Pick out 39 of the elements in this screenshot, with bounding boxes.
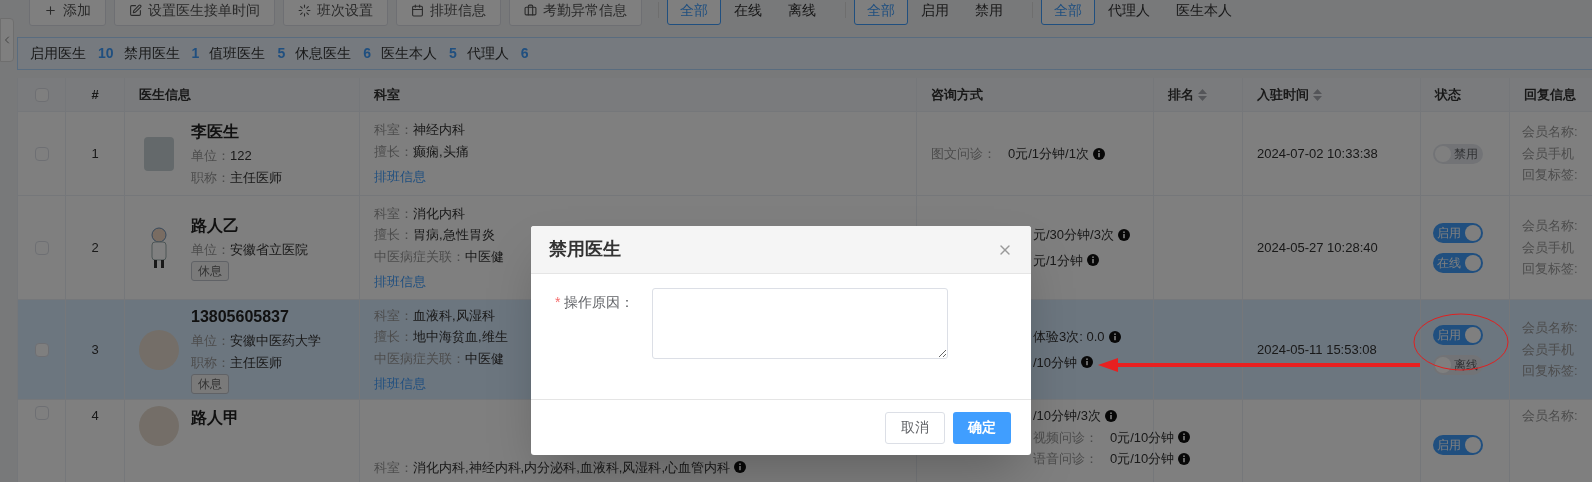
stat-label: 禁用医生 bbox=[123, 44, 180, 63]
column-header: 状态 bbox=[1435, 85, 1461, 104]
dialog-title: 禁用医生 bbox=[549, 238, 621, 261]
stat-label: 休息医生 bbox=[295, 44, 352, 63]
doctor-name: 李医生 bbox=[191, 122, 240, 142]
rest-tag: 休息 bbox=[191, 261, 229, 282]
doctor-name: 路人乙 bbox=[191, 215, 240, 236]
row-number: 4 bbox=[91, 407, 99, 425]
column-header: # bbox=[91, 85, 99, 104]
column-header: 科室 bbox=[374, 85, 400, 104]
stat-count: 5 bbox=[448, 44, 457, 63]
row-number: 3 bbox=[91, 340, 99, 359]
consult-fee: /10分钟/3次 bbox=[1033, 406, 1191, 426]
consult-fee: /10分钟 bbox=[1033, 352, 1121, 372]
column-header: 回复信息 bbox=[1524, 85, 1576, 104]
stat-count: 6 bbox=[520, 44, 529, 63]
consult-fee: 体验3次: 0.0 bbox=[1033, 327, 1121, 347]
stat-count: 10 bbox=[98, 44, 114, 63]
column-header: 排名 bbox=[1168, 85, 1194, 104]
row-number: 2 bbox=[91, 238, 99, 257]
rest-tag: 休息 bbox=[191, 374, 229, 394]
stat-label: 启用医生 bbox=[30, 44, 86, 63]
consult-fee: 元/1分钟 bbox=[1033, 250, 1130, 270]
join-time: 2024-07-02 10:33:38 bbox=[1257, 144, 1378, 163]
column-header: 医生信息 bbox=[139, 85, 191, 104]
column-header: 入驻时间 bbox=[1257, 85, 1309, 104]
doctor-name: 路人甲 bbox=[191, 408, 239, 428]
row-number: 1 bbox=[91, 144, 99, 163]
doctor-name: 13805605837 bbox=[191, 307, 290, 327]
stat-count: 1 bbox=[191, 44, 200, 63]
column-header: 咨询方式 bbox=[931, 85, 983, 104]
consult-fee: 元/30分钟/3次 bbox=[1033, 225, 1130, 245]
join-time: 2024-05-11 15:53:08 bbox=[1257, 340, 1377, 359]
stat-count: 6 bbox=[363, 44, 371, 63]
join-time: 2024-05-27 10:28:40 bbox=[1257, 238, 1378, 257]
stat-count: 5 bbox=[277, 44, 286, 63]
stat-label: 医生本人 bbox=[380, 44, 437, 63]
stat-label: 代理人 bbox=[466, 44, 509, 63]
stat-label: 值班医生 bbox=[209, 44, 266, 63]
